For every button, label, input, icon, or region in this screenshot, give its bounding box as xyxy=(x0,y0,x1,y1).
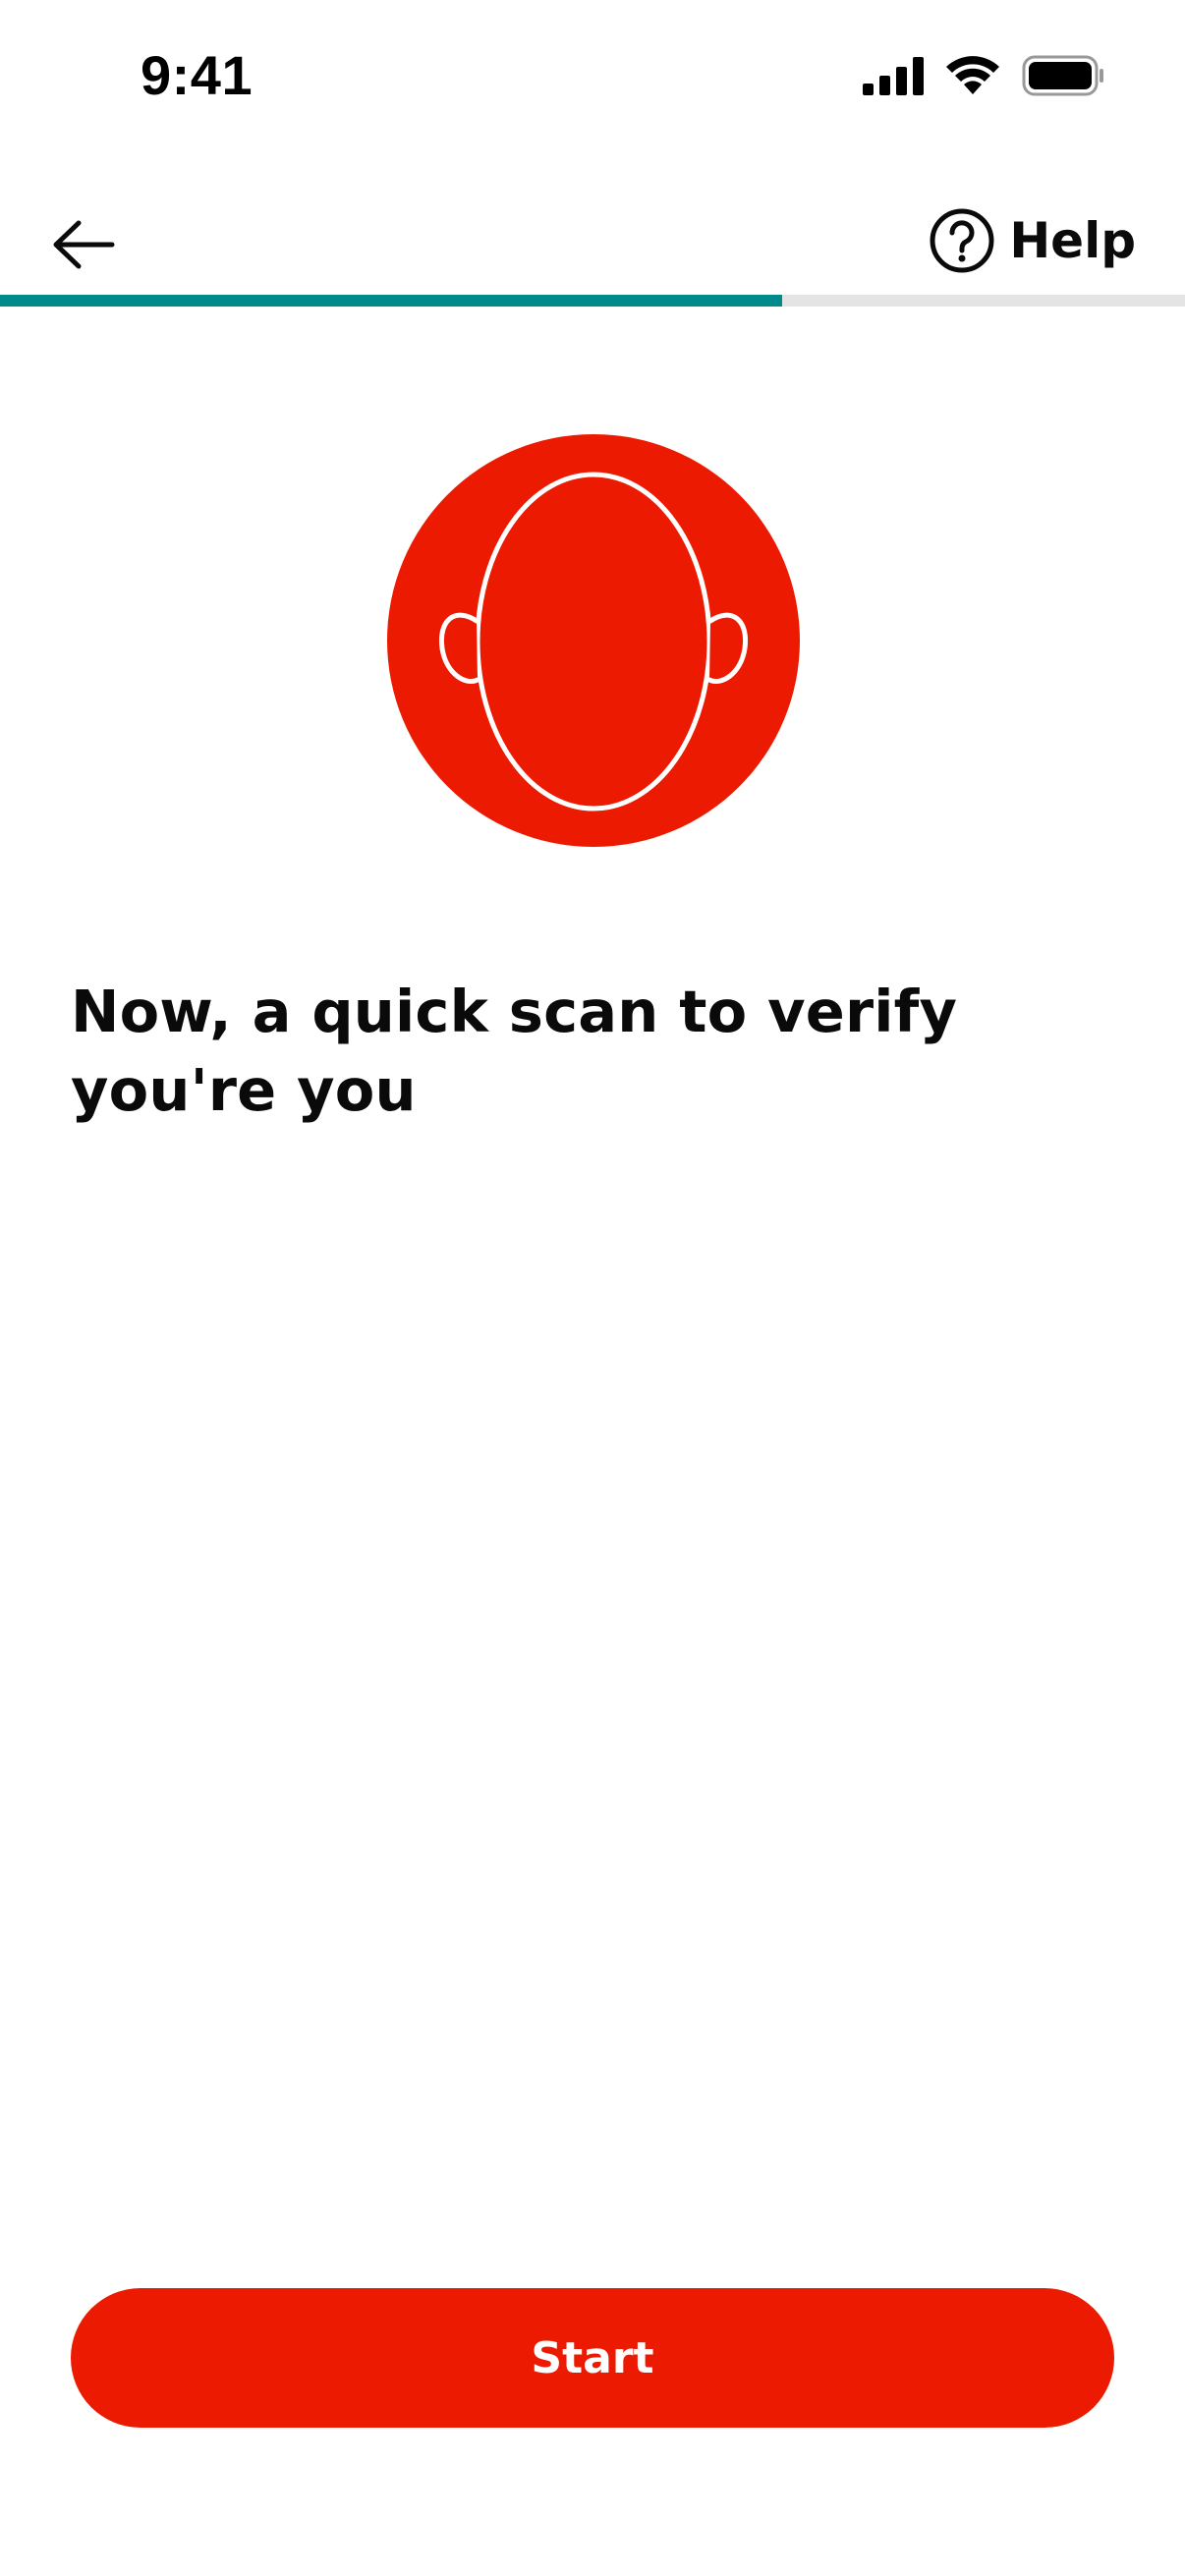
nav-bar: Help xyxy=(0,187,1185,295)
status-icons xyxy=(863,55,1104,96)
progress-bar xyxy=(0,295,1185,307)
wifi-icon xyxy=(946,56,999,94)
question-circle-icon xyxy=(930,208,994,273)
arrow-left-icon xyxy=(53,220,115,269)
progress-fill xyxy=(0,295,782,307)
back-button[interactable] xyxy=(39,200,128,289)
cellular-signal-icon xyxy=(863,57,924,95)
face-scan-icon xyxy=(387,434,800,847)
status-bar: 9:41 xyxy=(0,0,1185,157)
status-time: 9:41 xyxy=(141,44,254,106)
help-button[interactable]: Help xyxy=(929,196,1136,285)
page-title: Now, a quick scan to verify you're you xyxy=(71,978,958,1124)
help-label: Help xyxy=(1009,212,1136,269)
battery-icon xyxy=(1022,55,1103,96)
start-button[interactable]: Start xyxy=(71,2288,1114,2428)
